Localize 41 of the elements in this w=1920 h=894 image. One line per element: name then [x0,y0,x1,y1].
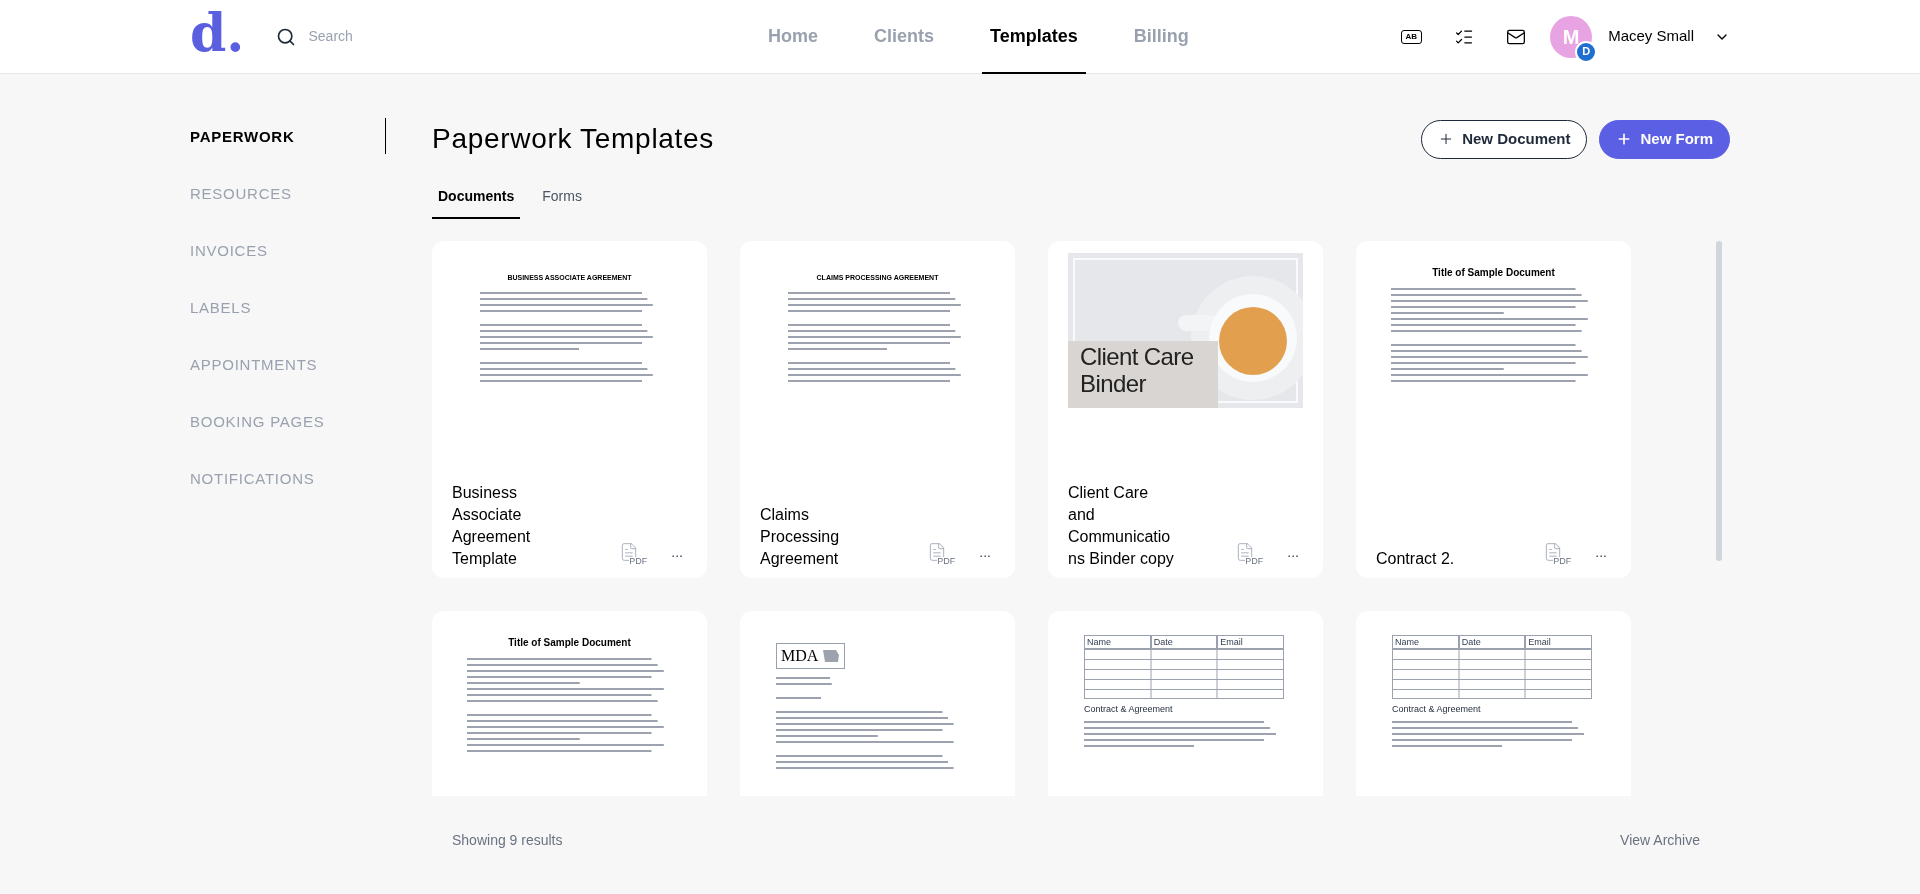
template-card[interactable]: Title of Sample Document Contract 2. PDF ... [1356,241,1631,578]
view-archive-link[interactable]: View Archive [1620,830,1700,851]
cover-title: Client Care Binder [1080,343,1195,397]
keyboard-icon[interactable]: AB [1400,29,1423,44]
more-options-button[interactable]: ... [667,545,687,563]
content-tab[interactable]: Forms [536,186,588,219]
template-card[interactable]: Client Care Binder Client Care and Communications Binder copy PDF ... [1048,241,1323,578]
more-options-button[interactable]: ... [1283,545,1303,563]
card-title: Claims Processing Agreement [760,505,841,569]
section-heading: Contract & Agreement [1084,703,1173,716]
document-heading: Title of Sample Document [508,636,631,650]
new-form-button[interactable]: New Form [1599,119,1730,159]
template-card[interactable]: Name Date Email Contract & Agreement [1048,611,1323,796]
map-icon [822,649,841,663]
template-card[interactable]: Name Date Email Contract & Agreement [1356,611,1631,796]
card-title: Business Associate Agreement Template [452,483,532,569]
template-card[interactable]: Title of Sample Document [432,611,707,796]
card-title: Client Care and Communications Binder copy [1068,483,1175,569]
logo-text: MDA [781,646,819,666]
logo[interactable]: d. [190,6,245,59]
more-options-button[interactable]: ... [975,545,995,563]
search-icon [276,26,297,47]
sidebar-item[interactable]: PAPERWORK [190,124,386,150]
content-tab[interactable]: Documents [432,186,521,219]
document-heading: Title of Sample Document [1432,266,1555,280]
new-document-button[interactable]: New Document [1421,119,1588,159]
column-header: Email [1525,635,1592,649]
column-header: Name [1084,635,1151,649]
template-card[interactable]: MDA [740,611,1015,796]
more-options-button[interactable]: ... [1591,545,1611,563]
column-header: Date [1150,635,1218,649]
page-title: Paperwork Templates [432,122,715,156]
column-header: Date [1458,635,1526,649]
user-name: Macey Small [1608,26,1694,47]
nav-tab[interactable]: Templates [982,0,1086,74]
results-count: Showing 9 results [452,831,563,850]
column-header: Name [1392,635,1459,649]
scrollbar[interactable] [1716,241,1722,561]
section-heading: Contract & Agreement [1392,703,1481,716]
card-title: Contract 2. [1376,549,1456,569]
column-header: Email [1217,635,1284,649]
